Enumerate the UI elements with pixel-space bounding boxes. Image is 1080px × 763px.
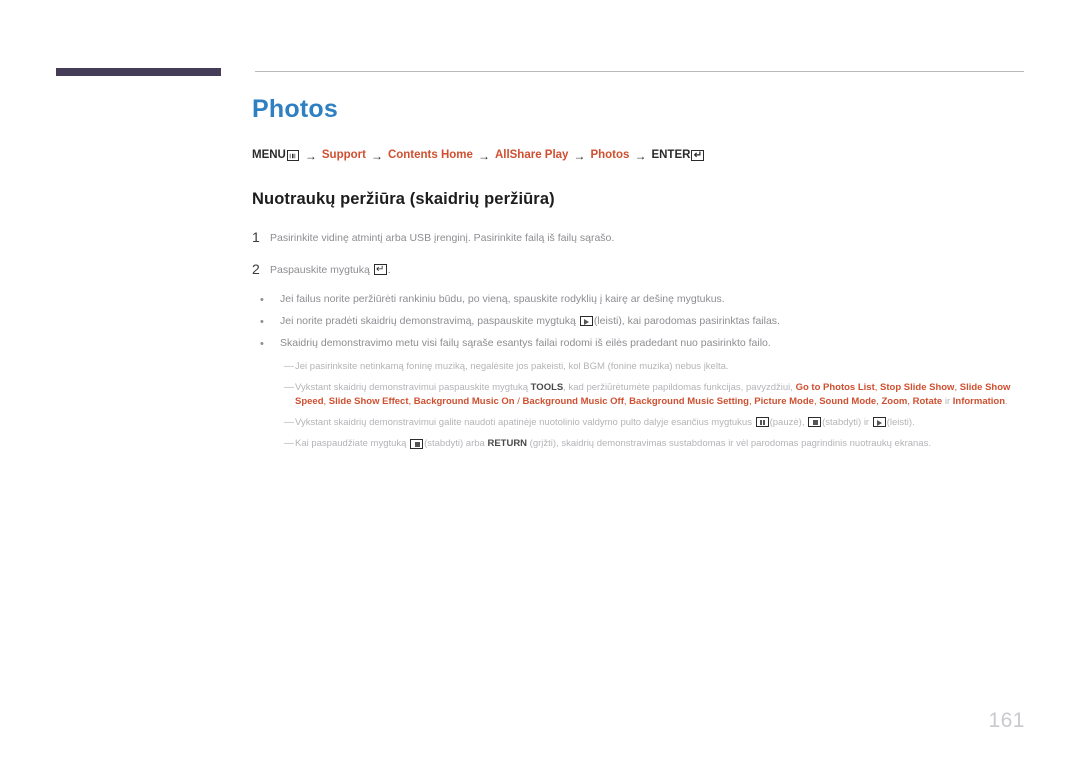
note-dash: — xyxy=(284,438,294,450)
menu-option-background-music-on[interactable]: Background Music On xyxy=(414,396,515,407)
note-list: — Jei pasirinksite netinkamą foninę muzi… xyxy=(252,360,1024,452)
note-item-return: — Kai paspaudžiate mygtuką (stabdyti) ar… xyxy=(284,437,1024,452)
bullet-marker: • xyxy=(260,338,264,351)
breadcrumb: MENU → Support → Contents Home → AllShar… xyxy=(252,148,1024,163)
note-text-before: Vykstant skaidrių demonstravimui galite … xyxy=(295,416,755,428)
bullet-text-before: Jei norite pradėti skaidrių demonstravim… xyxy=(280,315,579,328)
step-item: 2 Paspauskite mygtuką . xyxy=(252,261,1024,277)
breadcrumb-item-allshare-play[interactable]: AllShare Play xyxy=(495,149,569,162)
note-item-tools: — Vykstant skaidrių demonstravimui paspa… xyxy=(284,381,1024,409)
menu-option-stop-slide-show[interactable]: Stop Slide Show xyxy=(880,382,954,393)
menu-grid-icon xyxy=(286,150,299,161)
enter-return-icon xyxy=(691,150,705,161)
note-item-remote: — Vykstant skaidrių demonstravimui galit… xyxy=(284,416,1024,431)
bullet-marker: • xyxy=(260,293,264,306)
menu-option-go-to-photos-list[interactable]: Go to Photos List xyxy=(796,382,875,393)
step-text: Paspauskite mygtuką . xyxy=(270,261,391,277)
stop-label: (stabdyti) ir xyxy=(822,416,872,428)
menu-option-picture-mode[interactable]: Picture Mode xyxy=(754,396,814,407)
breadcrumb-item-photos[interactable]: Photos xyxy=(590,149,629,162)
enter-return-icon xyxy=(373,264,387,276)
step-number: 2 xyxy=(252,260,260,277)
step-item: 1 Pasirinkite vidinę atmintį arba USB įr… xyxy=(252,229,1024,245)
section-heading: Nuotraukų peržiūra (skaidrių peržiūra) xyxy=(252,189,555,208)
step-text: Pasirinkite vidinę atmintį arba USB įren… xyxy=(270,231,615,244)
breadcrumb-item-contents-home[interactable]: Contents Home xyxy=(388,149,473,162)
note-text-after: (grįžti), skaidrių demonstravimas sustab… xyxy=(527,438,931,450)
breadcrumb-separator: → xyxy=(370,148,383,163)
bullet-text: Skaidrių demonstravimo metu visi failų s… xyxy=(280,337,771,350)
breadcrumb-separator: → xyxy=(634,148,647,163)
list-item: • Skaidrių demonstravimo metu visi failų… xyxy=(252,337,1024,351)
menu-option-sound-mode[interactable]: Sound Mode xyxy=(819,396,876,407)
bullet-text: Jei failus norite peržiūrėti rankiniu bū… xyxy=(280,292,725,305)
note-text: Kai paspaudžiate mygtuką (stabdyti) arba… xyxy=(295,437,931,451)
step-text-after: . xyxy=(387,263,391,276)
breadcrumb-item-menu[interactable]: MENU xyxy=(252,149,286,162)
step-number: 1 xyxy=(252,228,260,245)
return-button-label: RETURN xyxy=(487,438,528,450)
menu-option-slide-show-effect[interactable]: Slide Show Effect xyxy=(329,396,409,407)
breadcrumb-item-support[interactable]: Support xyxy=(322,149,366,162)
list-item: • Jei failus norite peržiūrėti rankiniu … xyxy=(252,293,1024,307)
option-separator: / xyxy=(514,396,523,407)
page-number: 161 xyxy=(988,709,1025,732)
note-text-before: Vykstant skaidrių demonstravimui paspaus… xyxy=(295,382,531,394)
header-rule-thin-line xyxy=(255,71,1024,72)
note-text: Jei pasirinksite netinkamą foninę muziką… xyxy=(295,360,729,372)
note-conjunction: ir xyxy=(942,396,953,407)
pause-button-icon xyxy=(755,417,769,428)
play-button-icon xyxy=(579,316,593,327)
play-label: (leisti). xyxy=(886,416,915,428)
note-text: Vykstant skaidrių demonstravimui galite … xyxy=(295,416,915,430)
bullet-text: Jei norite pradėti skaidrių demonstravim… xyxy=(280,315,780,329)
note-item-bgm: — Jei pasirinksite netinkamą foninę muzi… xyxy=(284,360,1024,375)
breadcrumb-separator: → xyxy=(573,148,586,163)
note-text-before: Kai paspaudžiate mygtuką xyxy=(295,438,410,450)
list-item: • Jei norite pradėti skaidrių demonstrav… xyxy=(252,315,1024,329)
play-button-icon xyxy=(872,417,886,428)
menu-option-rotate[interactable]: Rotate xyxy=(913,396,943,407)
note-text-after: . xyxy=(1005,396,1008,407)
breadcrumb-separator: → xyxy=(304,148,317,163)
menu-option-background-music-setting[interactable]: Background Music Setting xyxy=(629,396,749,407)
menu-option-zoom[interactable]: Zoom xyxy=(882,396,908,407)
page-title: Photos xyxy=(252,95,338,123)
tools-button-label: TOOLS xyxy=(530,382,564,394)
breadcrumb-item-enter[interactable]: ENTER xyxy=(651,149,690,162)
stop-button-icon xyxy=(808,417,822,428)
note-dash: — xyxy=(284,416,294,428)
header-rule xyxy=(56,68,1024,76)
note-dash: — xyxy=(284,360,294,372)
pause-label: (pauzė), xyxy=(769,416,808,428)
note-text-middle: , kad peržiūrėtumėte papildomas funkcija… xyxy=(563,382,796,394)
stop-button-icon xyxy=(410,438,424,449)
menu-option-background-music-off[interactable]: Background Music Off xyxy=(523,396,624,407)
note-dash: — xyxy=(284,382,294,394)
breadcrumb-separator: → xyxy=(477,148,490,163)
bullet-list: • Jei failus norite peržiūrėti rankiniu … xyxy=(252,293,1024,352)
header-rule-accent-bar xyxy=(56,68,221,76)
bullet-marker: • xyxy=(260,316,264,329)
step-text-before: Paspauskite mygtuką xyxy=(270,263,373,276)
bullet-text-after: (leisti), kai parodomas pasirinktas fail… xyxy=(593,315,780,328)
note-text-middle: (stabdyti) arba xyxy=(424,438,488,450)
note-text: Vykstant skaidrių demonstravimui paspaus… xyxy=(295,381,1024,409)
menu-option-information[interactable]: Information xyxy=(953,396,1005,407)
page-content: Photos MENU → Support → Contents Home → … xyxy=(252,95,1024,459)
